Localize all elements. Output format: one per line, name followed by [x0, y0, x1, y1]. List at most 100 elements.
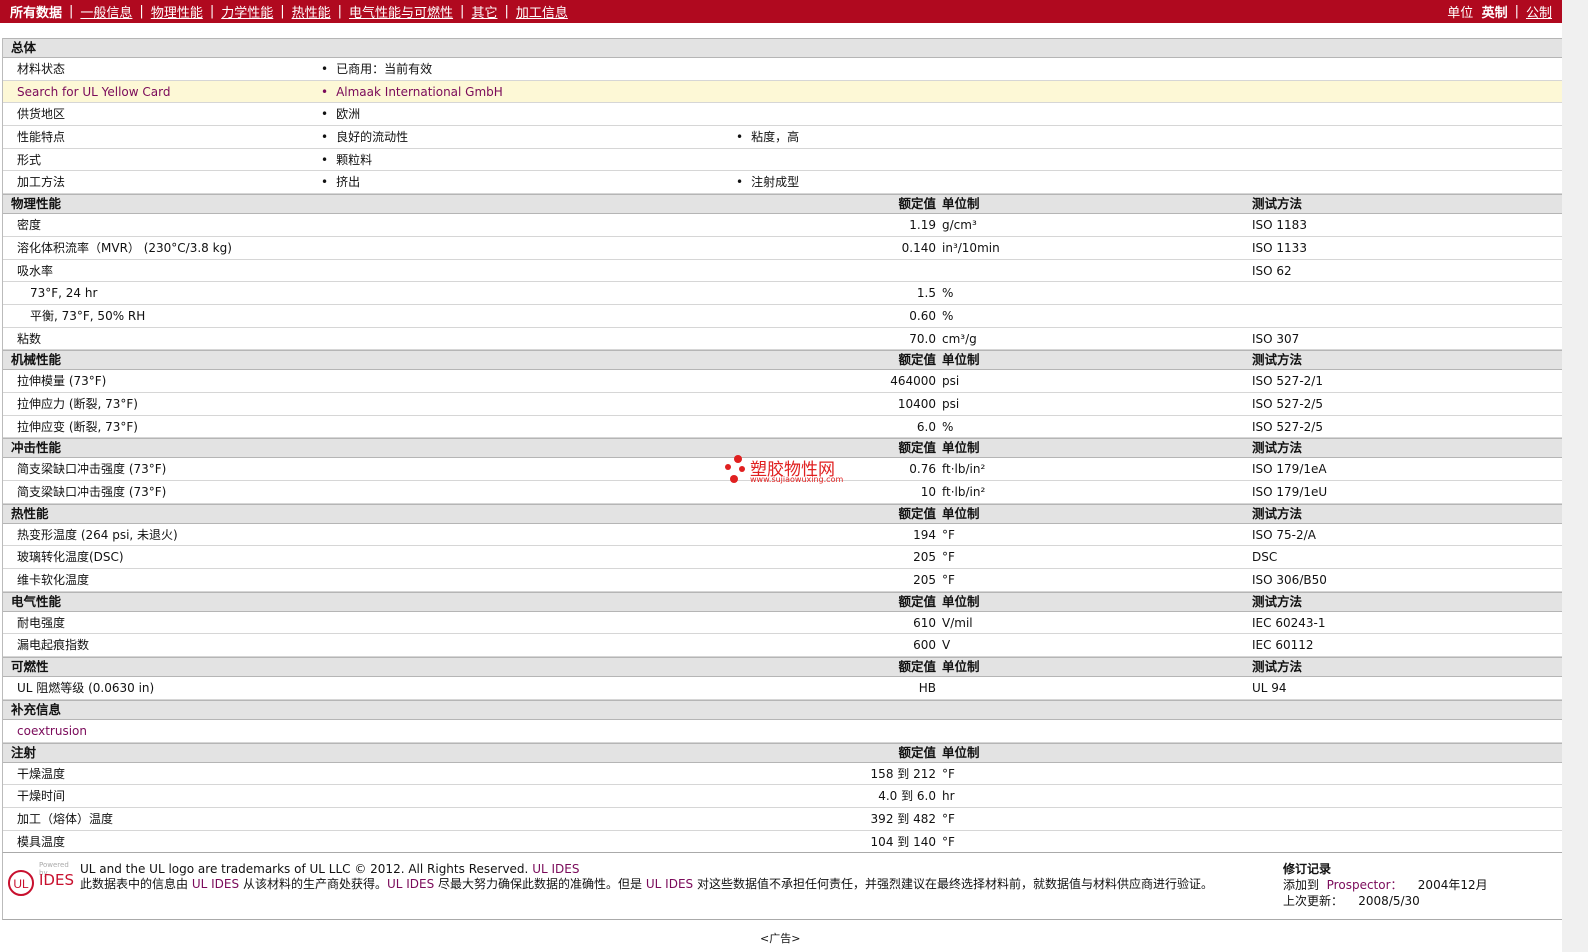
nav-physical[interactable]: 物理性能	[151, 2, 203, 21]
test-method: ISO 179/1eU	[1252, 485, 1328, 499]
header-unit: 单位制	[942, 593, 980, 609]
test-method: ISO 62	[1252, 263, 1292, 278]
ul-ides-link[interactable]: UL IDES	[532, 862, 579, 876]
nav-processing[interactable]: 加工信息	[516, 2, 568, 21]
header-rated-value: 额定值	[898, 196, 936, 212]
section-title: 总体	[11, 40, 37, 55]
property-label: 简支梁缺口冲击强度 (73°F)	[17, 462, 167, 477]
section-header: 注射 额定值 单位制	[3, 742, 1562, 763]
unit: ft·lb/in²	[942, 485, 986, 499]
unit-metric[interactable]: 公制	[1526, 2, 1552, 21]
rated-value: 1.19	[909, 218, 936, 233]
unit: °F	[942, 573, 955, 588]
header-unit: 单位制	[942, 505, 980, 521]
table-row: 玻璃转化温度(DSC) 205 °F DSC	[3, 546, 1562, 570]
nav-all-data[interactable]: 所有数据	[10, 2, 62, 21]
table-row: 拉伸应力 (断裂, 73°F) 10400 psi ISO 527-2/5	[3, 393, 1562, 416]
unit: psi	[942, 396, 960, 411]
property-label: 材料状态	[17, 62, 66, 76]
test-method: IEC 60243-1	[1252, 615, 1326, 630]
property-label[interactable]: Search for UL Yellow Card	[17, 81, 170, 103]
property-value-2: 粘度，高	[736, 126, 799, 148]
section-title: 可燃性	[11, 659, 49, 675]
property-label: 模具温度	[17, 834, 66, 849]
table-row: 耐电强度 610 V/mil IEC 60243-1	[3, 612, 1562, 635]
rated-value: 610	[913, 615, 936, 630]
unit: cm³/g	[942, 331, 977, 346]
rated-value: 1.5	[916, 286, 936, 301]
rated-value: 0.140	[901, 240, 936, 255]
property-label: 拉伸应力 (断裂, 73°F)	[17, 396, 138, 411]
property-value: 已商用：当前有效	[321, 58, 432, 80]
test-method: IEC 60112	[1252, 638, 1314, 653]
unit: psi	[942, 374, 960, 389]
test-method: UL 94	[1252, 681, 1287, 696]
property-value: 颗粒料	[321, 149, 372, 171]
top-nav: 所有数据 | 一般信息 | 物理性能 | 力学性能 | 热性能 | 电气性能与可燃性 | 其…	[0, 0, 1562, 23]
svg-text:UL: UL	[13, 877, 29, 891]
table-row: 供货地区 欧洲	[3, 103, 1562, 127]
property-label: 粘数	[17, 331, 42, 346]
rated-value: 464000	[890, 374, 936, 389]
unit: g/cm³	[942, 218, 977, 233]
property-label: UL 阻燃等级 (0.0630 in)	[17, 681, 155, 696]
property-label: 形式	[17, 152, 42, 167]
rated-value: 4.0 到 6.0	[878, 789, 936, 804]
table-row: 热变形温度 (264 psi, 未退火) 194 °F ISO 75-2/A	[3, 524, 1562, 547]
table-row: 73°F, 24 hr 1.5%	[3, 282, 1562, 305]
nav-general[interactable]: 一般信息	[80, 2, 132, 21]
section-header: 总体	[3, 38, 1562, 58]
rated-value: HB	[918, 681, 936, 696]
property-value: 挤出	[321, 171, 360, 193]
header-test-method: 测试方法	[1252, 659, 1303, 675]
property-label: 密度	[17, 218, 42, 233]
property-label: 拉伸模量 (73°F)	[17, 374, 107, 389]
property-label: 平衡, 73°F, 50% RH	[30, 308, 146, 323]
section-title: 补充信息	[11, 701, 62, 717]
table-row: 模具温度 104 到 140 °F	[3, 831, 1562, 854]
property-label[interactable]: coextrusion	[17, 720, 87, 742]
test-method: ISO 527-2/1	[1252, 374, 1323, 389]
nav-other[interactable]: 其它	[471, 2, 497, 21]
header-test-method: 测试方法	[1252, 505, 1303, 521]
property-label: 拉伸应变 (断裂, 73°F)	[17, 419, 138, 434]
property-label: 热变形温度 (264 psi, 未退火)	[17, 527, 178, 542]
table-row: 拉伸应变 (断裂, 73°F) 6.0% ISO 527-2/5	[3, 416, 1562, 439]
unit-imperial[interactable]: 英制	[1482, 2, 1508, 21]
property-label: 73°F, 24 hr	[30, 286, 98, 301]
rated-value: 205	[913, 573, 936, 588]
disclaimer: UL and the UL logo are trademarks of UL …	[80, 862, 1213, 891]
watermark-url: www.sujiaowuxing.com	[750, 475, 844, 484]
unit: °F	[942, 766, 955, 781]
nav-mechanical[interactable]: 力学性能	[221, 2, 273, 21]
rated-value: 205	[913, 550, 936, 565]
ad-label: <广告>	[760, 932, 801, 945]
table-row: 形式 颗粒料	[3, 149, 1562, 172]
property-value: 欧洲	[321, 103, 360, 125]
unit: V	[942, 638, 951, 653]
header-unit: 单位制	[942, 196, 980, 212]
table-row: 密度 1.19 g/cm³ ISO 1183	[3, 214, 1562, 237]
property-value[interactable]: Almaak International GmbH	[321, 81, 503, 103]
section-header: 补充信息	[3, 699, 1562, 720]
rated-value: 10	[920, 485, 936, 499]
table-row: 简支梁缺口冲击强度 (73°F) 10 ft·lb/in² ISO 179/1eU	[3, 481, 1562, 504]
property-label: 性能特点	[17, 130, 66, 145]
scrollbar[interactable]	[1562, 0, 1588, 952]
table-row: 材料状态 已商用：当前有效	[3, 58, 1562, 81]
section-title: 注射	[11, 744, 37, 760]
nav-thermal[interactable]: 热性能	[292, 2, 331, 21]
rated-value: 0.60	[909, 308, 936, 323]
property-label: 干燥时间	[17, 789, 66, 804]
footer: UL Powered by IDES UL and the UL logo ar…	[2, 852, 1562, 920]
header-unit: 单位制	[942, 744, 980, 760]
test-method: ISO 179/1eA	[1252, 462, 1327, 477]
nav-electrical[interactable]: 电气性能与可燃性	[349, 2, 453, 21]
table-row: 干燥时间 4.0 到 6.0 hr	[3, 785, 1562, 808]
table-row: 加工（熔体）温度 392 到 482 °F	[3, 808, 1562, 831]
rated-value: 6.0	[916, 419, 936, 434]
rated-value: 392 到 482	[870, 811, 936, 826]
table-row: 干燥温度 158 到 212 °F	[3, 763, 1562, 786]
prospector-link[interactable]: Prospector：	[1327, 878, 1403, 892]
header-test-method: 测试方法	[1252, 593, 1303, 609]
